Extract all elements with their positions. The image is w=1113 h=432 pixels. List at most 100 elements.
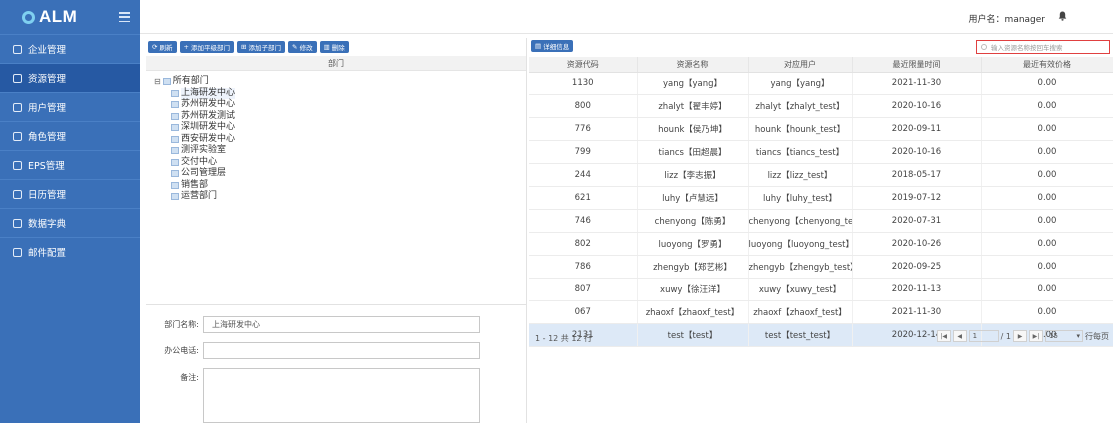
tree-node[interactable]: 上海研发中心: [154, 87, 526, 99]
tree-node[interactable]: 深圳研发中心: [154, 122, 526, 134]
table-cell: 0.00: [981, 163, 1113, 187]
folder-icon: [171, 147, 179, 155]
sidebar-item-3[interactable]: 角色管理: [0, 121, 140, 150]
column-header[interactable]: 资源名称: [637, 57, 749, 73]
table-cell: 0.00: [981, 300, 1113, 325]
menu-toggle-icon[interactable]: [119, 12, 130, 22]
sidebar-item-1[interactable]: 资源管理: [0, 63, 140, 92]
table-row[interactable]: 1130 yang【yang】 yang【yang】 2021-11-30 0.00: [529, 72, 1113, 96]
folder-icon: [171, 112, 179, 120]
edit-button[interactable]: ✎ 修改: [288, 41, 317, 53]
phone-label: 办公电话:: [164, 346, 199, 355]
table-row[interactable]: 244 lizz【李志振】 lizz【lizz_test】 2018-05-17 0.0…: [529, 163, 1113, 187]
next-page-icon[interactable]: ▶: [1013, 330, 1027, 342]
sidebar-item-6[interactable]: 数据字典: [0, 208, 140, 237]
sidebar-item-0[interactable]: 企业管理: [0, 34, 140, 63]
first-page-icon[interactable]: |◀: [936, 330, 951, 342]
collapse-icon[interactable]: ⊟: [154, 76, 161, 88]
table-cell: 2020-09-25: [852, 255, 982, 279]
column-header[interactable]: 最近有效价格: [981, 57, 1113, 73]
table-cell: 2020-07-31: [852, 209, 982, 233]
table-row[interactable]: 621 luhy【卢慧远】 luhy【luhy_test】 2019-07-12 0.0…: [529, 186, 1113, 210]
sidebar: ALM 企业管理资源管理 用户管理 角色管理 EPS管理日历管理数据字典邮件配置: [0, 0, 140, 423]
table-cell: 0.00: [981, 255, 1113, 279]
search-placeholder: 输入资源名称按回车搜索: [991, 44, 1063, 52]
prev-page-icon[interactable]: ◀: [952, 330, 967, 342]
detail-button[interactable]: ▤ 详细信息: [531, 40, 574, 52]
note-textarea[interactable]: [203, 368, 480, 423]
sidebar-item-label: 数据字典: [28, 219, 67, 230]
sidebar-item-7[interactable]: 邮件配置: [0, 237, 140, 266]
tree-node-label: 运营部门: [181, 191, 218, 201]
building-icon: [13, 44, 22, 54]
table-row[interactable]: 067 zhaoxf【zhaoxf_test】 zhaoxf【zhaoxf_test…: [529, 300, 1113, 325]
department-panel: ⟳ 刷新 + 添加平级部门 ⊞ 添加子部门 ✎ 修改 ▥ 删除 部门 ⊟ 所有部…: [146, 38, 527, 423]
table-row[interactable]: 776 hounk【侯乃坤】 hounk【hounk_test】 2020-09-11…: [529, 117, 1113, 142]
last-page-icon[interactable]: ▶|: [1029, 330, 1043, 342]
user-label: 用户名：manager: [968, 15, 1045, 25]
sidebar-item-label: 企业管理: [28, 45, 67, 56]
table-row[interactable]: 807 xuwy【徐汪洋】 xuwy【xuwy_test】 2020-11-13 0.0…: [529, 278, 1113, 302]
role-icon: [13, 131, 22, 141]
add-child-dept-button[interactable]: ⊞ 添加子部门: [237, 41, 286, 53]
add-sibling-dept-button[interactable]: + 添加平级部门: [179, 41, 235, 53]
page-size-select[interactable]: 15 ▾: [1045, 330, 1083, 342]
tree-node[interactable]: 交付中心: [154, 157, 526, 169]
tree-node[interactable]: 测评实验室: [154, 145, 526, 157]
tree-node[interactable]: 公司管理层: [154, 168, 526, 180]
sidebar-item-label: 日历管理: [28, 190, 67, 201]
table-cell: 0.00: [981, 94, 1113, 119]
note-label: 备注:: [180, 373, 199, 382]
dept-name-field[interactable]: 上海研发中心: [203, 316, 480, 333]
logo-text: ALM: [39, 7, 78, 26]
table-row[interactable]: 746 chenyong【陈勇】 chenyong【chenyong_te... 20…: [529, 209, 1113, 233]
refresh-button[interactable]: ⟳ 刷新: [148, 41, 177, 53]
department-column-header: 部门: [146, 56, 526, 71]
tree-node-label: 上海研发中心: [181, 87, 236, 99]
tree-node[interactable]: 苏州研发中心: [154, 99, 526, 111]
table-row[interactable]: 802 luoyong【罗勇】 luoyong【luoyong_test】 2020-…: [529, 232, 1113, 256]
resource-search-input[interactable]: 输入资源名称按回车搜索: [976, 40, 1110, 54]
table-cell: luoyong【罗勇】: [637, 232, 749, 256]
folder-icon: [171, 135, 179, 143]
bell-icon[interactable]: [1058, 11, 1067, 21]
table-row[interactable]: 786 zhengyb【郑艺彬】 zhengyb【zhengyb_test】 2020…: [529, 255, 1113, 279]
table-cell: 746: [529, 209, 638, 233]
tree-node[interactable]: 苏州研发测试: [154, 111, 526, 123]
edit-icon: ✎: [292, 43, 300, 51]
column-header[interactable]: 资源代码: [529, 57, 638, 73]
department-form: 部门名称: 上海研发中心 办公电话: 备注:: [146, 304, 527, 432]
tree-node[interactable]: 销售部: [154, 180, 526, 192]
table-row[interactable]: 799 tiancs【田超晨】 tiancs【tiancs_test】 2020-10…: [529, 140, 1113, 165]
folder-icon: [171, 181, 179, 189]
tree-node-label: 西安研发中心: [181, 133, 236, 144]
phone-field[interactable]: [203, 342, 480, 359]
sidebar-item-label: 邮件配置: [28, 248, 67, 259]
table-cell: tiancs【tiancs_test】: [748, 140, 853, 165]
tree-root[interactable]: ⊟ 所有部门: [154, 76, 526, 88]
table-cell: 244: [529, 163, 638, 187]
tree-node[interactable]: 运营部门: [154, 191, 526, 203]
folder-icon: [171, 101, 179, 109]
delete-button[interactable]: ▥ 删除: [319, 41, 349, 53]
table-cell: yang【yang】: [637, 72, 749, 96]
sidebar-item-5[interactable]: 日历管理: [0, 179, 140, 208]
tree-node-label: 测评实验室: [181, 145, 227, 155]
column-header[interactable]: 最近限量时间: [852, 57, 982, 73]
page-number-input[interactable]: 1: [968, 330, 999, 342]
sidebar-item-2[interactable]: 用户管理: [0, 92, 140, 121]
table-cell: 800: [529, 94, 638, 119]
table-cell: zhaoxf【zhaoxf_test】: [637, 300, 749, 325]
table-cell: 2020-10-26: [852, 232, 982, 256]
table-row[interactable]: 800 zhalyt【翟丰婷】 zhalyt【zhalyt_test】 2020-10…: [529, 94, 1113, 119]
logo: ALM: [0, 0, 140, 34]
total-pages: / 1: [1000, 331, 1011, 341]
tree-node-label: 交付中心: [181, 156, 218, 167]
table-cell: hounk【侯乃坤】: [637, 117, 749, 142]
tree-node[interactable]: 西安研发中心: [154, 134, 526, 146]
column-header[interactable]: 对应用户: [748, 57, 853, 73]
table-cell: 0.00: [981, 117, 1113, 142]
sidebar-item-4[interactable]: EPS管理: [0, 150, 140, 179]
table-cell: 0.00: [981, 140, 1113, 165]
table-cell: 802: [529, 232, 638, 256]
